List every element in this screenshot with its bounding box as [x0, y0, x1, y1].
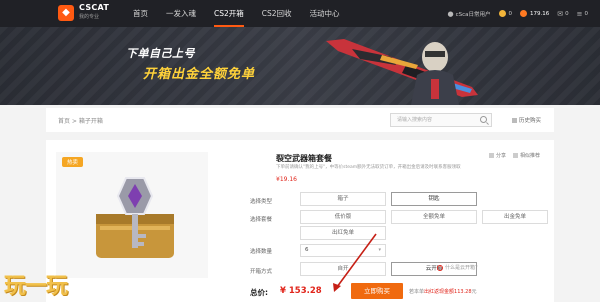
- money-balance[interactable]: 179.16: [520, 10, 549, 17]
- product-title: 裂空武器箱套餐: [276, 154, 332, 163]
- product-image: 热卖: [56, 152, 208, 278]
- menu[interactable]: ≡ 0: [577, 10, 588, 18]
- logo[interactable]: ◆ CSCAT 我的专业: [58, 4, 109, 21]
- buy-now-button[interactable]: 立即购买: [351, 283, 403, 299]
- banner-headline: 下单自己上号: [126, 47, 195, 60]
- share-link[interactable]: 分享: [489, 152, 506, 159]
- user-bar: ● cSca日常用户 0 179.16 ✉ 0 ≡ 0: [439, 0, 588, 27]
- method-label: 开箱方式: [250, 269, 273, 275]
- breadcrumb-bar: 首页 > 箱子开箱 请输入搜索内容 历史购买: [46, 108, 554, 132]
- mail-icon: ✉: [557, 9, 564, 18]
- site-watermark: 玩一玩: [4, 274, 68, 299]
- chevron-down-icon: ▾: [378, 247, 381, 253]
- coin-icon: [498, 10, 506, 17]
- nav-cs2-recycle[interactable]: CS2回收: [262, 0, 292, 27]
- plan-label: 选择套餐: [250, 217, 273, 223]
- breadcrumb[interactable]: 首页 > 箱子开箱: [58, 116, 103, 125]
- similar-link[interactable]: 相似推荐: [513, 152, 540, 159]
- logo-subtext: 我的专业: [79, 14, 100, 20]
- messages[interactable]: ✉ 0: [557, 10, 568, 18]
- type-option-key[interactable]: 钥匙: [391, 192, 477, 206]
- plan-option-red-refund[interactable]: 出红免单: [300, 226, 386, 240]
- logo-text: CSCAT: [79, 3, 110, 12]
- hot-badge: 热卖: [62, 157, 84, 167]
- unit-price: ¥19.16: [276, 176, 297, 183]
- qty-select[interactable]: 6 ▾: [300, 244, 386, 257]
- main-nav: 首页 一发入魂 CS2开箱 CS2回收 活动中心: [133, 0, 358, 27]
- product-notice: 下单前请确认"我的上号"，中等价steam额外无法取货订单，开箱出金后请及时联系…: [276, 165, 461, 170]
- cashback-note: 若本单出红返现金额113.28元: [409, 289, 477, 295]
- search-input[interactable]: 请输入搜索内容: [390, 113, 492, 127]
- plan-option-gold-refund[interactable]: 出金免单: [482, 210, 548, 224]
- cloud-help-link[interactable]: ? 什么是云开箱？: [437, 264, 480, 271]
- top-nav: ◆ CSCAT 我的专业 首页 一发入魂 CS2开箱 CS2回收 活动中心 ● …: [0, 0, 600, 27]
- qty-label: 选择数量: [250, 249, 273, 255]
- type-label: 选择类型: [250, 199, 273, 205]
- user-name[interactable]: ● cSca日常用户: [447, 10, 490, 18]
- money-icon: [520, 10, 527, 17]
- nav-one-shot[interactable]: 一发入魂: [166, 0, 196, 27]
- nav-cs2-open[interactable]: CS2开箱: [214, 0, 244, 27]
- product-card: 热卖 裂空武器箱套餐 下单前请确认"我的上号"，中等价steam额外无法取货订单…: [46, 140, 554, 302]
- user-icon: ●: [447, 9, 454, 18]
- share-icon: [489, 153, 494, 158]
- nav-activity[interactable]: 活动中心: [310, 0, 340, 27]
- menu-icon: ≡: [576, 9, 583, 18]
- cat-logo-icon: ◆: [58, 4, 74, 21]
- plan-option-full-refund[interactable]: 全额免单: [391, 210, 477, 224]
- promo-banner[interactable]: 下单自己上号 开箱出金全额免单: [0, 27, 600, 105]
- similar-icon: [513, 153, 518, 158]
- character-illustration-icon: [411, 42, 459, 105]
- question-icon: ?: [437, 264, 443, 271]
- total-price: ¥ 153.28: [280, 286, 322, 296]
- total-label: 总价:: [250, 288, 268, 297]
- plan-option-low[interactable]: 低价版: [300, 210, 386, 224]
- type-option-case[interactable]: 箱子: [300, 192, 386, 206]
- history-icon: [512, 117, 517, 123]
- search-icon[interactable]: [480, 116, 487, 123]
- purchase-history-link[interactable]: 历史购买: [512, 116, 541, 124]
- weapon-case-key-icon: [96, 177, 174, 258]
- banner-subheadline: 开箱出金全额免单: [143, 67, 256, 82]
- method-option-self[interactable]: 自开: [300, 262, 386, 276]
- nav-home[interactable]: 首页: [133, 0, 148, 27]
- coin-balance[interactable]: 0: [498, 10, 512, 17]
